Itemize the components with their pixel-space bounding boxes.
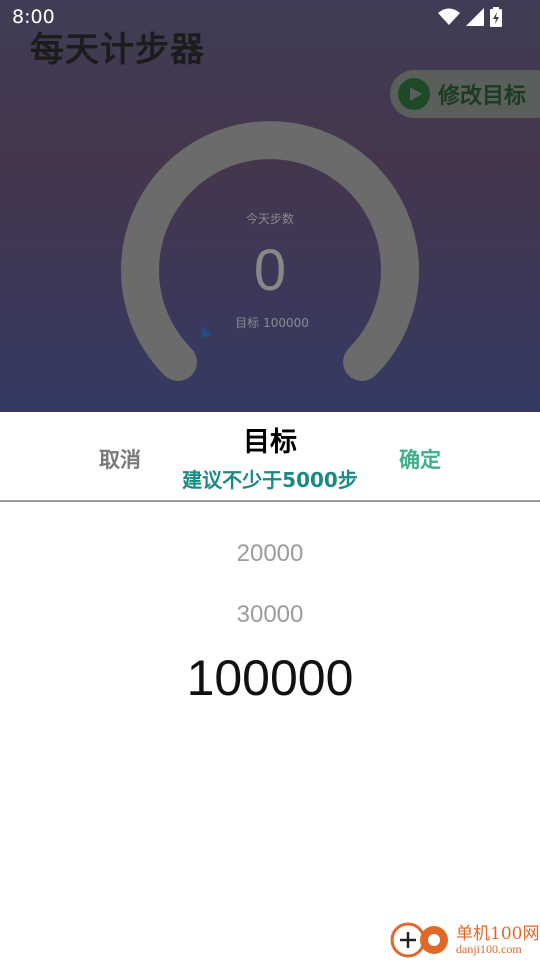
gauge-target: 目标 100000 bbox=[0, 314, 540, 331]
watermark-text-en: danji100.com bbox=[456, 942, 522, 956]
picker-option[interactable]: 20000 bbox=[0, 540, 540, 568]
watermark: 单机100网 danji100.com bbox=[390, 918, 540, 960]
gauge-target-value: 100000 bbox=[263, 316, 309, 330]
status-icons bbox=[438, 7, 502, 27]
wifi-icon bbox=[438, 8, 460, 25]
app-background: 8:00 每天计步器 修改目标 今天步数 0 目标 100000 bbox=[0, 0, 540, 412]
picker-option[interactable]: 30000 bbox=[0, 601, 540, 629]
signal-icon bbox=[466, 8, 484, 26]
picker-header: 取消 目标 建议不少于5000步 确定 bbox=[0, 412, 540, 502]
progress-marker-icon bbox=[201, 325, 211, 338]
gauge-target-label: 目标 bbox=[235, 316, 260, 330]
step-count: 0 bbox=[253, 238, 287, 303]
picker-subtitle: 建议不少于5000步 bbox=[182, 468, 358, 492]
app-title: 每天计步器 bbox=[30, 30, 205, 70]
gauge-label: 今天步数 bbox=[245, 212, 294, 226]
picker-title: 目标 bbox=[243, 427, 297, 458]
goal-number-picker[interactable]: 20000 30000 100000 bbox=[0, 504, 540, 804]
picker-option-selected[interactable]: 100000 bbox=[0, 649, 540, 707]
edit-goal-label: 修改目标 bbox=[438, 84, 527, 109]
confirm-button[interactable]: 确定 bbox=[399, 444, 441, 474]
battery-icon bbox=[490, 7, 502, 27]
watermark-text-cn: 单机100网 bbox=[456, 924, 540, 944]
watermark-logo-icon bbox=[390, 922, 448, 958]
goal-picker-sheet: 取消 目标 建议不少于5000步 确定 20000 30000 100000 bbox=[0, 412, 540, 960]
